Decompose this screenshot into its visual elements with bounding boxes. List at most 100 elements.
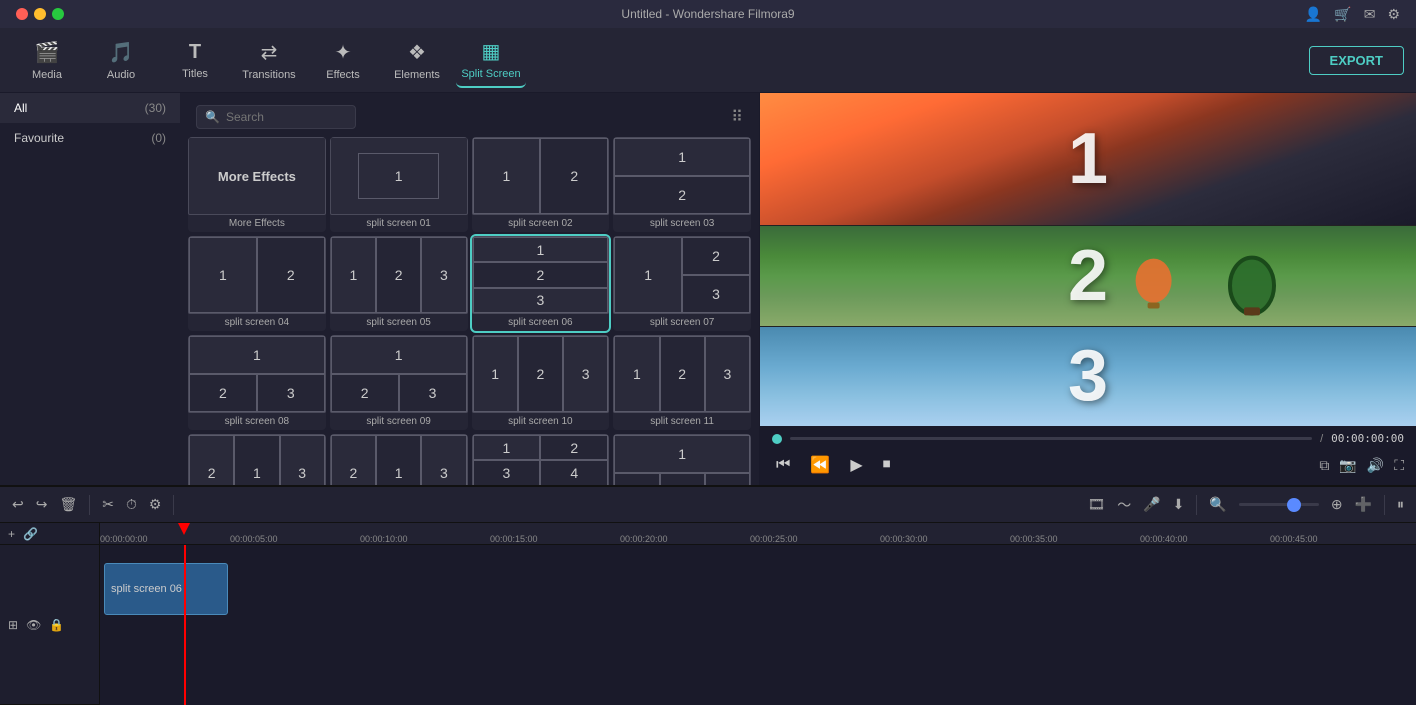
- cut-icon[interactable]: ✂: [102, 496, 114, 513]
- effect-split-screen-09[interactable]: 1 2 3 split screen 09: [330, 335, 468, 430]
- tl-separator-3: [1196, 495, 1197, 515]
- ss08-thumb: 1 2 3: [188, 335, 326, 413]
- effect-split-screen-12[interactable]: 2 1 3 split screen 12: [188, 434, 326, 485]
- ss03-label: split screen 03: [613, 215, 751, 232]
- fullscreen-icon[interactable]: ⛶: [1394, 457, 1404, 474]
- more-effects-thumb: More Effects: [188, 137, 326, 215]
- step-back-button[interactable]: ⏪: [806, 451, 834, 479]
- ss06-label: split screen 06: [472, 314, 610, 331]
- ss03-thumb: 1 2: [613, 137, 751, 215]
- effect-split-screen-14[interactable]: 1 2 3 4 split screen 14: [472, 434, 610, 485]
- effect-split-screen-13[interactable]: 2 1 3 split screen 13: [330, 434, 468, 485]
- delete-icon[interactable]: 🗑: [59, 496, 77, 513]
- tl-import-icon[interactable]: ⬇: [1173, 496, 1185, 513]
- cart-icon[interactable]: 🛒: [1334, 6, 1351, 23]
- sidebar-item-favourite[interactable]: Favourite (0): [0, 123, 180, 153]
- effect-split-screen-02[interactable]: 1 2 split screen 02: [472, 137, 610, 232]
- progress-track[interactable]: [790, 437, 1312, 440]
- sidebar-item-all[interactable]: All (30): [0, 93, 180, 123]
- search-input[interactable]: [226, 110, 347, 124]
- stop-button[interactable]: ⏹: [879, 452, 895, 478]
- tl-audio-wave-icon[interactable]: 〜: [1117, 495, 1131, 515]
- tick-4: 00:00:20:00: [620, 534, 668, 544]
- picture-in-picture-icon[interactable]: ⧉: [1319, 457, 1329, 474]
- grid-options-icon[interactable]: ⠿: [731, 107, 743, 127]
- control-buttons: ⏮ ⏪ ▶ ⏹ ⧉ 📷 🔊 ⛶: [772, 451, 1404, 479]
- minimize-button[interactable]: [34, 8, 46, 20]
- effect-split-screen-10[interactable]: 1 2 3 split screen 10: [472, 335, 610, 430]
- toolbar-item-effects[interactable]: ✦ Effects: [308, 33, 378, 88]
- tl-mic-icon[interactable]: 🎤: [1143, 496, 1160, 513]
- ss09-thumb: 1 2 3: [330, 335, 468, 413]
- toolbar-item-split-screen[interactable]: ▦ Split Screen: [456, 33, 526, 88]
- left-panel: All (30) Favourite (0) 🔍 ⠿: [0, 93, 760, 485]
- more-effects-caption: More Effects: [188, 215, 326, 232]
- preview-row-1: 1: [760, 93, 1416, 226]
- more-effects-item[interactable]: More Effects More Effects: [188, 137, 326, 232]
- time-display: 00:00:00:00: [1331, 432, 1404, 445]
- tl-add-track-icon[interactable]: ➕: [1355, 496, 1372, 513]
- media-icon: 🎬: [35, 40, 60, 65]
- maximize-button[interactable]: [52, 8, 64, 20]
- ss02-label: split screen 02: [472, 215, 610, 232]
- user-icon[interactable]: 👤: [1305, 6, 1322, 23]
- play-button[interactable]: ▶: [846, 451, 866, 479]
- main-toolbar: 🎬 Media 🎵 Audio T Titles ⇄ Transitions ✦…: [0, 28, 1416, 93]
- ss01-label: split screen 01: [330, 215, 468, 232]
- title-bar-right-icons: 👤 🛒 ✉ ⚙: [1305, 6, 1400, 23]
- tick-2: 00:00:10:00: [360, 534, 408, 544]
- search-icon: 🔍: [205, 110, 220, 124]
- toolbar-item-transitions[interactable]: ⇄ Transitions: [234, 33, 304, 88]
- redo-icon[interactable]: ↪: [36, 496, 48, 513]
- tl-film-icon[interactable]: 🎞: [1087, 496, 1105, 513]
- toolbar-item-elements[interactable]: ❖ Elements: [382, 33, 452, 88]
- tl-pause-all-icon[interactable]: ⏸: [1397, 496, 1404, 513]
- progress-dot: [772, 434, 782, 444]
- lock-icon[interactable]: 🔒: [49, 618, 64, 632]
- tl-zoom-thumb[interactable]: [1287, 498, 1301, 512]
- sliders-icon[interactable]: ⚙: [149, 496, 162, 513]
- link-icon[interactable]: 🔗: [23, 527, 38, 541]
- balloons-svg: [760, 226, 1416, 325]
- toolbar-item-titles[interactable]: T Titles: [160, 33, 230, 88]
- timeline-left-controls: + 🔗 ⊞ 👁 🔒: [0, 523, 100, 705]
- tl-zoom-track[interactable]: [1239, 503, 1319, 506]
- eye-icon[interactable]: 👁: [26, 618, 41, 632]
- ss04-label: split screen 04: [188, 314, 326, 331]
- effect-split-screen-01[interactable]: 1 split screen 01: [330, 137, 468, 232]
- tl-clip-split-screen-06[interactable]: split screen 06: [104, 563, 228, 615]
- window-controls[interactable]: [16, 8, 64, 20]
- tl-zoom-in-icon[interactable]: ⊕: [1331, 496, 1343, 513]
- toolbar-item-audio[interactable]: 🎵 Audio: [86, 33, 156, 88]
- effect-split-screen-08[interactable]: 1 2 3 split screen 08: [188, 335, 326, 430]
- ss01-thumb: 1: [330, 137, 468, 215]
- effect-split-screen-06[interactable]: 1 2 3 split screen 06: [472, 236, 610, 331]
- effect-split-screen-03[interactable]: 1 2 split screen 03: [613, 137, 751, 232]
- effect-split-screen-04[interactable]: 1 2 split screen 04: [188, 236, 326, 331]
- add-video-track-icon[interactable]: +: [8, 527, 15, 541]
- screenshot-icon[interactable]: 📷: [1339, 457, 1356, 474]
- effect-split-screen-05[interactable]: 1 2 3 split screen 05: [330, 236, 468, 331]
- ss11-thumb: 1 2 3: [613, 335, 751, 413]
- rewind-button[interactable]: ⏮: [772, 452, 794, 478]
- mail-icon[interactable]: ✉: [1364, 6, 1376, 23]
- tick-7: 00:00:35:00: [1010, 534, 1058, 544]
- sidebar-categories: All (30) Favourite (0): [0, 93, 180, 485]
- ss11-label: split screen 11: [613, 413, 751, 430]
- effect-split-screen-15[interactable]: 1 2 3 4 split screen 15: [613, 434, 751, 485]
- split-screen-icon: ▦: [482, 39, 501, 64]
- undo-icon[interactable]: ↩: [12, 496, 24, 513]
- effect-split-screen-11[interactable]: 1 2 3 split screen 11: [613, 335, 751, 430]
- toolbar-item-media[interactable]: 🎬 Media: [12, 33, 82, 88]
- effect-split-screen-07[interactable]: 1 2 3 split screen 07: [613, 236, 751, 331]
- grid-icon[interactable]: ⊞: [8, 618, 18, 632]
- volume-icon[interactable]: 🔊: [1367, 457, 1384, 474]
- export-button[interactable]: EXPORT: [1309, 46, 1404, 75]
- tl-zoom-out-icon[interactable]: 🔍: [1209, 496, 1226, 513]
- title-bar: Untitled - Wondershare Filmora9 👤 🛒 ✉ ⚙: [0, 0, 1416, 28]
- ss10-thumb: 1 2 3: [472, 335, 610, 413]
- search-box[interactable]: 🔍: [196, 105, 356, 129]
- settings-icon[interactable]: ⚙: [1387, 6, 1400, 23]
- close-button[interactable]: [16, 8, 28, 20]
- clock-icon[interactable]: ⏱: [126, 496, 137, 513]
